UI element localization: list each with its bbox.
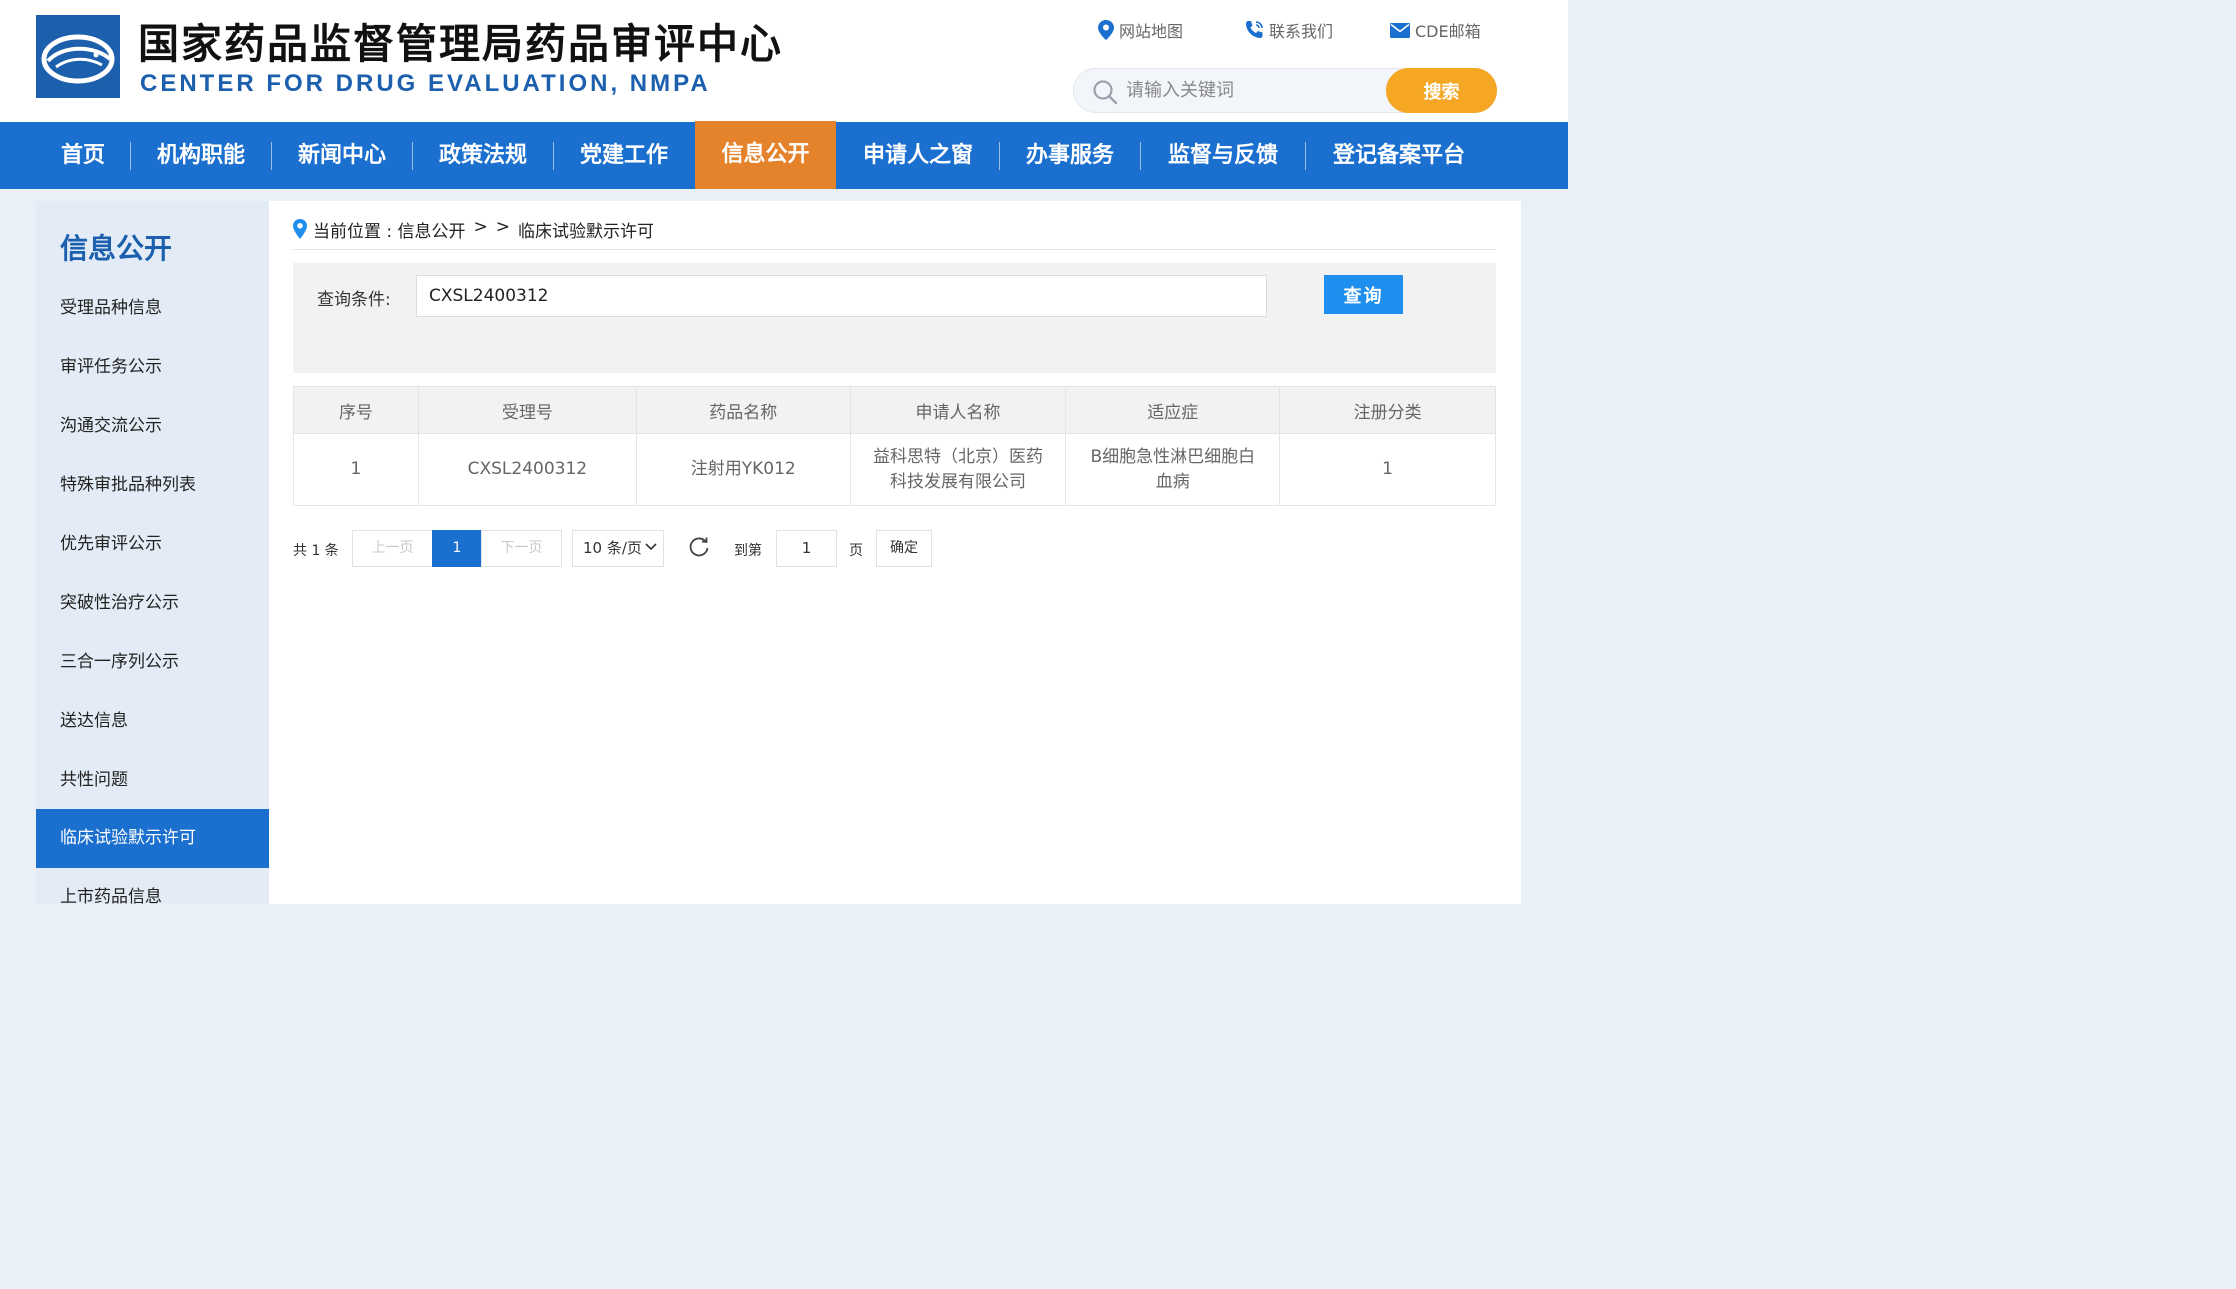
top-links: 网站地图 联系我们 CDE邮箱 (1098, 18, 1481, 42)
cde-mail-label: CDE邮箱 (1415, 22, 1481, 41)
col-header-applicant: 申请人名称 (849, 386, 1067, 434)
cell-acceptance-no: CXSL2400312 (417, 433, 637, 506)
nav-applicant[interactable]: 申请人之窗 (837, 122, 999, 189)
goto-confirm-button[interactable]: 确定 (876, 530, 932, 567)
phone-icon (1246, 21, 1263, 38)
col-header-acceptance-no: 受理号 (417, 386, 637, 434)
breadcrumb-prefix[interactable]: 当前位置 : 信息公开 (313, 217, 466, 242)
goto-page-input[interactable]: 1 (776, 530, 837, 567)
nav-info-disclosure[interactable]: 信息公开 (695, 121, 836, 189)
col-header-drug-name: 药品名称 (635, 386, 851, 434)
table-header-row: 序号 受理号 药品名称 申请人名称 适应症 注册分类 (293, 386, 1496, 434)
location-pin-icon (293, 219, 307, 239)
nav-services[interactable]: 办事服务 (1000, 122, 1140, 189)
query-input[interactable] (416, 275, 1267, 317)
map-pin-icon (1098, 20, 1114, 40)
sidebar-item-marketed-drugs[interactable]: 上市药品信息 (36, 868, 269, 904)
cell-index: 1 (293, 433, 419, 506)
sidebar-item-clinical-trial[interactable]: 临床试验默示许可 (36, 809, 269, 868)
page-size-select[interactable]: 10 条/页 (572, 530, 664, 567)
contact-link[interactable]: 联系我们 (1244, 18, 1390, 42)
prev-page-button[interactable]: 上一页 (352, 530, 433, 567)
results-table: 序号 受理号 药品名称 申请人名称 适应症 注册分类 1 CXSL2400312… (293, 386, 1496, 506)
cde-mail-link[interactable]: CDE邮箱 (1390, 18, 1481, 42)
sidebar-item-priority-review[interactable]: 优先审评公示 (36, 515, 269, 574)
nav-policy[interactable]: 政策法规 (413, 122, 553, 189)
nav-organization[interactable]: 机构职能 (131, 122, 271, 189)
next-page-button[interactable]: 下一页 (481, 530, 562, 567)
sidebar-item-common-issues[interactable]: 共性问题 (36, 751, 269, 810)
col-header-registration-class: 注册分类 (1279, 386, 1496, 434)
sidebar-item-breakthrough[interactable]: 突破性治疗公示 (36, 574, 269, 633)
breadcrumb-separator: > (495, 217, 511, 237)
sidebar-item-communication[interactable]: 沟通交流公示 (36, 397, 269, 456)
nav-registration[interactable]: 登记备案平台 (1306, 122, 1492, 189)
main-content: 当前位置 : 信息公开 > > 临床试验默示许可 查询条件: 查询 序号 受理号… (269, 201, 1521, 904)
nav-supervision[interactable]: 监督与反馈 (1141, 122, 1305, 189)
query-label: 查询条件: (317, 290, 391, 310)
sidebar-item-special-approval[interactable]: 特殊审批品种列表 (36, 456, 269, 515)
breadcrumb-current: 临床试验默示许可 (518, 222, 655, 242)
cell-drug-name: 注射用YK012 (635, 433, 851, 506)
breadcrumb: 当前位置 : 信息公开 > > 临床试验默示许可 (293, 217, 1496, 250)
cde-logo[interactable] (36, 15, 120, 98)
cell-indication: B细胞急性淋巴细胞白血病 (1065, 433, 1281, 506)
site-title-en: CENTER FOR DRUG EVALUATION, NMPA (140, 70, 711, 97)
contact-label: 联系我们 (1269, 22, 1334, 41)
breadcrumb-separator: > (473, 217, 488, 237)
col-header-index: 序号 (293, 386, 419, 434)
page-size-value: 10 条/页 (583, 539, 642, 557)
mail-icon (1390, 22, 1410, 38)
search-input[interactable] (1126, 69, 1376, 112)
main-nav: 首页 机构职能 新闻中心 政策法规 党建工作 信息公开 申请人之窗 办事服务 监… (0, 121, 1568, 189)
logo-emblem-icon (36, 15, 120, 98)
sidebar-item-review-tasks[interactable]: 审评任务公示 (36, 338, 269, 397)
refresh-icon[interactable] (688, 536, 710, 558)
page-number-current[interactable]: 1 (432, 530, 482, 567)
cell-applicant: 益科思特（北京）医药科技发展有限公司 (849, 433, 1067, 506)
search-button[interactable]: 搜索 (1386, 68, 1497, 113)
sitemap-link[interactable]: 网站地图 (1098, 18, 1244, 42)
sidebar-item-accepted-varieties[interactable]: 受理品种信息 (36, 279, 269, 338)
pagination: 共 1 条 上一页 1 下一页 10 条/页 到第 1 页 确定 (293, 530, 993, 567)
nav-party[interactable]: 党建工作 (554, 122, 694, 189)
search-icon (1093, 80, 1118, 105)
sidebar-item-delivery[interactable]: 送达信息 (36, 692, 269, 751)
site-header: 国家药品监督管理局药品审评中心 CENTER FOR DRUG EVALUATI… (0, 0, 1568, 122)
query-button[interactable]: 查询 (1324, 275, 1403, 314)
pagination-total: 共 1 条 (293, 543, 339, 559)
nav-news[interactable]: 新闻中心 (272, 122, 412, 189)
table-row[interactable]: 1 CXSL2400312 注射用YK012 益科思特（北京）医药科技发展有限公… (293, 433, 1496, 506)
chevron-down-icon (645, 543, 657, 551)
page-unit-label: 页 (849, 543, 863, 559)
col-header-indication: 适应症 (1065, 386, 1281, 434)
cell-registration-class: 1 (1279, 433, 1496, 506)
sidebar-title: 信息公开 (60, 232, 173, 265)
sitemap-label: 网站地图 (1119, 22, 1184, 41)
nav-home[interactable]: 首页 (36, 122, 130, 189)
site-title-cn: 国家药品监督管理局药品审评中心 (138, 20, 783, 68)
sidebar: 信息公开 受理品种信息 审评任务公示 沟通交流公示 特殊审批品种列表 优先审评公… (36, 201, 269, 904)
goto-label: 到第 (734, 543, 762, 559)
sidebar-item-three-in-one[interactable]: 三合一序列公示 (36, 633, 269, 692)
site-search: 搜索 (1073, 68, 1497, 113)
query-panel: 查询条件: 查询 (293, 263, 1496, 373)
